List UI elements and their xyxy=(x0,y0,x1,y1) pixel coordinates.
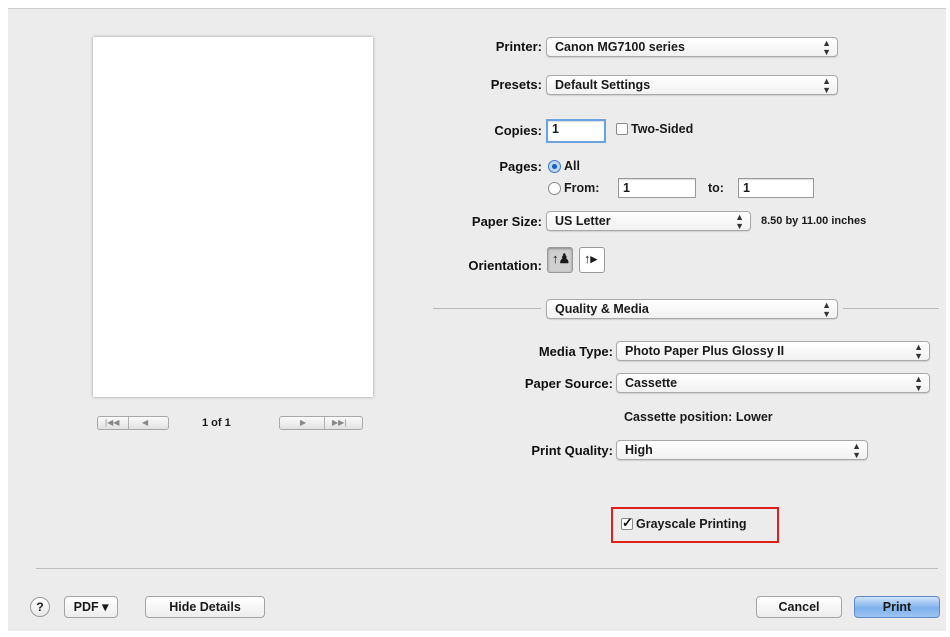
first-page-icon[interactable]: |◀◀ xyxy=(105,418,119,427)
cancel-button[interactable]: Cancel xyxy=(756,596,842,618)
print-dialog: |◀◀ ◀ 1 of 1 ▶ ▶▶| Printer: Canon MG7100… xyxy=(8,8,946,631)
paper-source-label: Paper Source: xyxy=(524,376,613,391)
updown-arrows-icon: ▲ ▼ xyxy=(914,374,923,393)
printer-label: Printer: xyxy=(495,39,542,54)
grayscale-label: Grayscale Printing xyxy=(636,517,747,531)
media-type-popup[interactable]: Photo Paper Plus Glossy II ▲ ▼ xyxy=(616,341,930,361)
pages-label: Pages: xyxy=(499,159,542,174)
pages-all-radio[interactable] xyxy=(548,160,561,173)
printer-value: Canon MG7100 series xyxy=(555,40,685,54)
section-popup[interactable]: Quality & Media ▲ ▼ xyxy=(546,299,838,319)
checkmark-icon: ✓ xyxy=(622,515,633,530)
presets-value: Default Settings xyxy=(555,78,651,92)
media-type-label: Media Type: xyxy=(538,344,613,359)
print-quality-popup[interactable]: High ▲ ▼ xyxy=(616,440,868,460)
last-page-icon[interactable]: ▶▶| xyxy=(332,418,346,427)
portrait-icon: ↑♟ xyxy=(552,251,571,266)
updown-arrows-icon: ▲ ▼ xyxy=(852,441,861,460)
pages-from-radio[interactable] xyxy=(548,182,561,195)
portrait-orientation-button[interactable]: ↑♟ xyxy=(547,247,573,273)
orientation-label: Orientation: xyxy=(468,258,542,273)
previous-page-icon[interactable]: ◀ xyxy=(142,418,148,427)
help-icon: ? xyxy=(36,600,44,614)
landscape-orientation-button[interactable]: ↑▸ xyxy=(579,247,605,273)
hide-details-button[interactable]: Hide Details xyxy=(145,596,265,618)
paper-size-value: US Letter xyxy=(555,214,611,228)
pdf-menu-button[interactable]: PDF ▾ xyxy=(64,596,118,618)
paper-source-popup[interactable]: Cassette ▲ ▼ xyxy=(616,373,930,393)
pages-from-field[interactable]: 1 xyxy=(618,178,696,198)
next-page-icon[interactable]: ▶ xyxy=(300,418,306,427)
two-sided-checkbox[interactable] xyxy=(616,123,628,135)
print-quality-value: High xyxy=(625,443,653,457)
pages-all-label: All xyxy=(564,159,580,173)
section-divider-right xyxy=(843,308,939,309)
cassette-position: Cassette position: Lower xyxy=(624,410,773,424)
grayscale-checkbox[interactable]: ✓ xyxy=(621,515,633,530)
updown-arrows-icon: ▲ ▼ xyxy=(914,342,923,361)
paper-dimensions: 8.50 by 11.00 inches xyxy=(761,215,867,227)
presets-popup[interactable]: Default Settings ▲ ▼ xyxy=(546,75,838,95)
updown-arrows-icon: ▲ ▼ xyxy=(822,38,831,57)
paper-size-popup[interactable]: US Letter ▲ ▼ xyxy=(546,211,751,231)
section-value: Quality & Media xyxy=(555,302,649,316)
two-sided-label: Two-Sided xyxy=(631,122,694,136)
footer-divider xyxy=(36,568,938,569)
updown-arrows-icon: ▲ ▼ xyxy=(735,212,744,231)
section-divider-left xyxy=(433,308,541,309)
paper-source-value: Cassette xyxy=(625,376,678,390)
page-indicator: 1 of 1 xyxy=(202,417,231,429)
pages-to-label: to: xyxy=(708,181,724,195)
landscape-icon: ↑▸ xyxy=(584,251,598,266)
updown-arrows-icon: ▲ ▼ xyxy=(822,76,831,95)
print-button[interactable]: Print xyxy=(854,596,940,618)
preview-nav-back: |◀◀ ◀ xyxy=(97,416,169,430)
paper-size-label: Paper Size: xyxy=(471,214,542,229)
print-quality-label: Print Quality: xyxy=(531,443,613,458)
presets-label: Presets: xyxy=(490,77,542,92)
updown-arrows-icon: ▲ ▼ xyxy=(822,300,831,319)
printer-popup[interactable]: Canon MG7100 series ▲ ▼ xyxy=(546,37,838,57)
copies-field[interactable]: 1 xyxy=(546,119,606,143)
help-button[interactable]: ? xyxy=(30,597,50,617)
media-type-value: Photo Paper Plus Glossy II xyxy=(625,344,785,358)
pages-from-label: From: xyxy=(564,181,600,195)
preview-nav-forward: ▶ ▶▶| xyxy=(279,416,363,430)
copies-label: Copies: xyxy=(494,123,542,138)
page-preview xyxy=(93,37,373,397)
pages-to-field[interactable]: 1 xyxy=(738,178,814,198)
